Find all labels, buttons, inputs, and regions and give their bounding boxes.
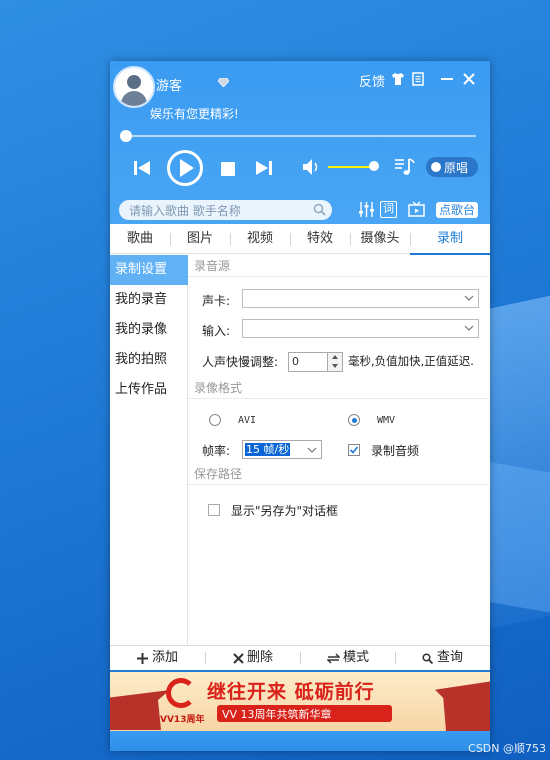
add-button[interactable]: 添加 [152, 646, 178, 670]
tab-effects[interactable]: 特效 [290, 224, 350, 254]
side-item-upload[interactable]: 上传作品 [110, 375, 188, 405]
tab-camera[interactable]: 摄像头 [350, 224, 410, 254]
csdn-watermark: CSDN @顺753 [468, 742, 546, 755]
record-settings-panel: 录音源 声卡: 输入: 人声快慢调整: 0 毫秒,负值加快,正值延迟. 录像格式… [188, 255, 490, 645]
volume-slider[interactable] [328, 166, 374, 168]
original-vocal-toggle[interactable]: 原唱 [426, 157, 478, 177]
search-icon[interactable] [313, 203, 326, 216]
delete-button[interactable]: 删除 [247, 646, 273, 670]
mode-swap-icon[interactable] [327, 653, 340, 664]
vocal-speed-label: 人声快慢调整: [202, 355, 279, 369]
window-footer [110, 731, 490, 751]
karaoke-player-window: 游客 娱乐有您更精彩! 反馈 原唱 请输入歌曲 歌手名称 词 点歌台 歌曲 图片… [110, 61, 490, 751]
soundcard-label: 声卡: [202, 294, 231, 308]
fps-label: 帧率: [202, 444, 231, 458]
arrow-down-icon[interactable] [331, 363, 339, 369]
avi-radio[interactable] [209, 414, 221, 426]
main-tabs: 歌曲 图片 视频 特效 摄像头 录制 [110, 224, 490, 254]
tab-pictures[interactable]: 图片 [170, 224, 230, 254]
avi-label: AVI [238, 415, 257, 426]
previous-icon[interactable] [132, 158, 152, 178]
section-video-format: 录像格式 [188, 377, 488, 399]
anniversary-banner[interactable]: VV13周年 继往开来 砥砺前行 VV 13周年共筑新华章 [110, 670, 490, 731]
chevron-down-icon [464, 325, 474, 331]
minimize-icon[interactable] [440, 72, 454, 86]
user-avatar[interactable] [113, 66, 155, 108]
equalizer-icon[interactable] [358, 201, 375, 218]
checkmark-icon [349, 446, 359, 454]
song-search-input[interactable]: 请输入歌曲 歌手名称 [119, 200, 332, 220]
close-icon[interactable] [462, 72, 476, 86]
vocal-speed-value[interactable]: 0 [292, 355, 299, 368]
section-save-path: 保存路径 [188, 463, 488, 485]
fps-select[interactable]: 15 帧/秒 [242, 440, 322, 459]
volume-knob[interactable] [369, 161, 379, 171]
progress-knob[interactable] [120, 130, 132, 142]
music-note-icon[interactable] [394, 157, 416, 177]
fps-value: 15 帧/秒 [245, 443, 291, 456]
username[interactable]: 游客 [156, 75, 182, 94]
play-icon[interactable] [166, 149, 204, 187]
record-audio-label[interactable]: 录制音频 [371, 442, 419, 459]
input-label: 输入: [202, 324, 231, 338]
slogan: 娱乐有您更精彩! [150, 107, 239, 121]
original-vocal-label: 原唱 [444, 161, 469, 175]
record-side-menu: 录制设置 我的录音 我的录像 我的拍照 上传作品 [110, 255, 188, 645]
query-button[interactable]: 查询 [437, 646, 463, 670]
player-header: 游客 娱乐有您更精彩! 反馈 原唱 请输入歌曲 歌手名称 词 点歌台 [110, 61, 490, 224]
lyrics-button[interactable]: 词 [380, 201, 397, 218]
next-icon[interactable] [254, 158, 274, 178]
search-icon[interactable] [422, 653, 433, 664]
tv-icon[interactable] [408, 201, 425, 218]
show-save-dialog-label[interactable]: 显示"另存为"对话框 [231, 502, 338, 519]
pavilion-roof-right [435, 681, 490, 731]
playback-progress-bar[interactable] [124, 135, 476, 137]
banner-title: 继往开来 砥砺前行 [207, 681, 375, 703]
diamond-icon[interactable] [218, 78, 229, 87]
section-audio-source: 录音源 [188, 255, 488, 277]
side-item-my-videos[interactable]: 我的录像 [110, 315, 188, 345]
chevron-down-icon [464, 295, 474, 301]
chevron-down-icon [307, 447, 317, 453]
stepper-arrows[interactable] [327, 353, 342, 371]
tab-video[interactable]: 视频 [230, 224, 290, 254]
wmv-radio[interactable] [348, 414, 360, 426]
feedback-link[interactable]: 反馈 [359, 71, 385, 90]
plus-icon[interactable] [137, 653, 148, 664]
show-save-dialog-checkbox[interactable] [208, 504, 220, 516]
toggle-dot-icon [431, 162, 441, 172]
record-audio-checkbox[interactable] [348, 444, 360, 456]
vocal-speed-hint: 毫秒,负值加快,正值延迟. [348, 354, 474, 368]
side-item-my-recordings[interactable]: 我的录音 [110, 285, 188, 315]
song-request-button[interactable]: 点歌台 [436, 202, 478, 218]
mode-button[interactable]: 模式 [343, 646, 369, 670]
volume-icon[interactable] [302, 158, 322, 176]
desktop-background-glow [490, 462, 550, 618]
tshirt-icon[interactable] [391, 72, 405, 86]
banner-subtitle: VV 13周年共筑新华章 [222, 708, 332, 721]
vocal-speed-stepper[interactable]: 0 [288, 352, 343, 372]
vv13-logo-text: VV13周年 [160, 715, 205, 725]
tab-songs[interactable]: 歌曲 [110, 224, 170, 254]
tab-record[interactable]: 录制 [410, 224, 490, 254]
list-icon[interactable] [411, 72, 425, 86]
input-select[interactable] [242, 319, 479, 338]
delete-x-icon[interactable] [233, 653, 244, 664]
arrow-up-icon[interactable] [331, 354, 339, 360]
side-item-record-settings[interactable]: 录制设置 [110, 255, 188, 285]
vv-logo-ring [166, 678, 196, 708]
side-item-my-photos[interactable]: 我的拍照 [110, 345, 188, 375]
bottom-toolbar: 添加 删除 模式 查询 [110, 645, 490, 669]
wmv-label: WMV [377, 415, 396, 426]
soundcard-select[interactable] [242, 289, 479, 308]
stop-icon[interactable] [221, 162, 235, 176]
